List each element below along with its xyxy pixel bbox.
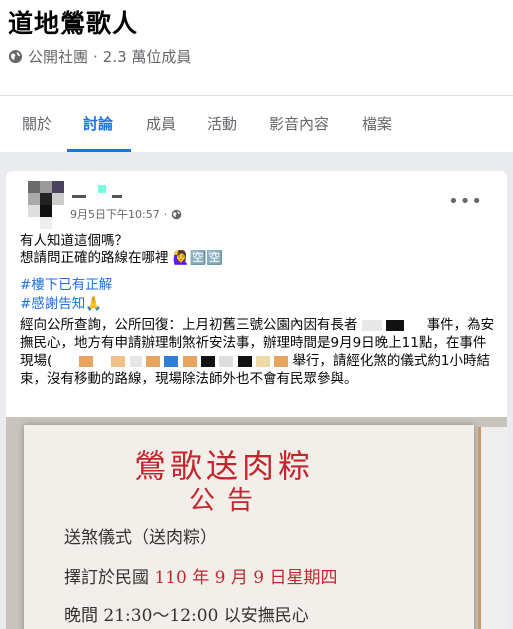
- post-paragraph: 經向公所查詢，公所回復：上月初舊三號公園內因有長者 事件，為安撫民心，地方有申請…: [20, 316, 495, 388]
- avatar[interactable]: [18, 181, 64, 229]
- active-tab-indicator: [67, 149, 131, 152]
- redaction: [97, 355, 108, 367]
- group-header: 道地鶯歌人 公開社團 · 2.3 萬位成員 關於 討論 成員 活動 影音內容 檔…: [0, 0, 513, 152]
- hashtag-answered[interactable]: #樓下已有正解: [20, 277, 112, 294]
- timestamp-text: 9月5日下午10:57: [70, 208, 160, 221]
- paragraph-part-a: 經向公所查詢，公所回復：上月初舊三號公園內因有長者: [20, 317, 358, 333]
- post-text-line1: 有人知道這個嗎？: [20, 233, 128, 249]
- redaction: [111, 355, 126, 367]
- group-meta: 公開社團 · 2.3 萬位成員: [8, 46, 191, 67]
- redaction: [361, 319, 382, 331]
- timestamp-dot: ·: [163, 207, 168, 221]
- redaction: [255, 355, 270, 367]
- post-timestamp[interactable]: 9月5日下午10:57 ·: [70, 206, 182, 222]
- sign-line1: 送煞儀式（送肉粽）: [64, 528, 217, 548]
- member-count[interactable]: 2.3 萬位成員: [103, 46, 192, 67]
- redaction: [386, 319, 405, 331]
- group-title[interactable]: 道地鶯歌人: [8, 4, 138, 40]
- sign-line2-date: 110 年 9 月 9 日星期四: [154, 568, 338, 588]
- redaction: [408, 319, 423, 331]
- sign-line2: 擇訂於民國 110 年 9 月 9 日星期四: [64, 563, 338, 588]
- redaction: [56, 355, 75, 367]
- redaction: [219, 355, 234, 367]
- post-text-line2: 想請問正確的路線在哪裡 🙋‍♀️🈳🈳: [20, 250, 224, 266]
- sign-line2-label: 擇訂於民國: [64, 568, 149, 588]
- redaction: [237, 355, 252, 367]
- tab-about[interactable]: 關於: [22, 113, 52, 134]
- tab-events[interactable]: 活動: [207, 113, 237, 134]
- tab-files[interactable]: 檔案: [362, 113, 392, 134]
- redaction: [182, 355, 197, 367]
- privacy-label: 公開社團: [28, 48, 89, 66]
- meta-separator: ·: [93, 47, 98, 66]
- redaction: [274, 355, 289, 367]
- redaction: [78, 355, 93, 367]
- tab-media[interactable]: 影音內容: [269, 113, 329, 134]
- sign-subtitle: 公告: [189, 486, 266, 516]
- tab-discussion[interactable]: 討論: [83, 113, 113, 134]
- redaction: [200, 355, 215, 367]
- more-options-icon[interactable]: •••: [448, 193, 483, 211]
- side-sign: [478, 427, 507, 629]
- hashtag-thanks[interactable]: #感謝告知🙏: [20, 296, 102, 313]
- post-card: 9月5日下午10:57 · ••• 有人知道這個嗎？ 想請問正確的路線在哪裡 🙋…: [6, 171, 507, 629]
- redaction: [146, 355, 161, 367]
- globe-icon: [171, 209, 182, 219]
- redaction: [164, 355, 179, 367]
- author-name[interactable]: [72, 185, 132, 199]
- sign-line3: 晚間 21:30～12:00 以安撫民心: [64, 606, 309, 626]
- redaction: [129, 355, 142, 367]
- post-photo[interactable]: 鶯歌送肉粽 公告 送煞儀式（送肉粽） 擇訂於民國 110 年 9 月 9 日星期…: [6, 417, 507, 629]
- globe-icon: [8, 49, 23, 64]
- tab-members[interactable]: 成員: [146, 113, 176, 134]
- group-tabs: 關於 討論 成員 活動 影音內容 檔案: [0, 96, 513, 152]
- notice-sign: 鶯歌送肉粽 公告 送煞儀式（送肉粽） 擇訂於民國 110 年 9 月 9 日星期…: [24, 425, 474, 629]
